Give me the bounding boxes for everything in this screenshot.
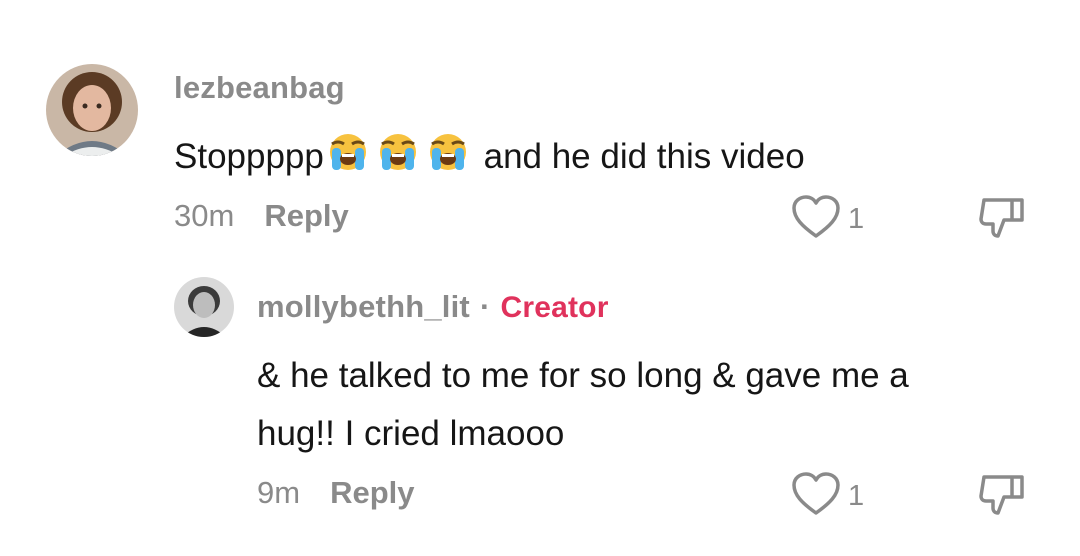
avatar[interactable] xyxy=(174,277,234,337)
comment-text: & he talked to me for so long & gave me … xyxy=(257,356,909,453)
comment-meta: 9m Reply xyxy=(257,475,415,511)
loudly-crying-face-emoji-icon xyxy=(324,132,372,192)
comment-username[interactable]: mollybethh_lit · Creator xyxy=(257,289,609,325)
heart-icon xyxy=(790,194,842,245)
like-count: 1 xyxy=(848,480,865,512)
dislike-button[interactable] xyxy=(976,194,1028,251)
comment-username[interactable]: lezbeanbag xyxy=(174,70,345,106)
dislike-button[interactable] xyxy=(976,471,1028,528)
reply-button[interactable]: Reply xyxy=(264,198,348,234)
like-button[interactable]: 1 xyxy=(790,471,864,522)
separator-dot: · xyxy=(479,289,491,324)
reply-button[interactable]: Reply xyxy=(330,475,414,511)
comment-time: 30m xyxy=(174,198,235,233)
comment-item: lezbeanbag Stoppppp and he did this vide… xyxy=(0,64,1080,264)
comment-text-start: Stoppppp xyxy=(174,137,324,176)
loudly-crying-face-emoji-icon xyxy=(374,132,422,192)
comment-meta: 30m Reply xyxy=(174,198,349,234)
like-button[interactable]: 1 xyxy=(790,194,864,245)
thumbs-down-icon xyxy=(976,198,1028,250)
comment-time: 9m xyxy=(257,475,301,510)
reply-username[interactable]: mollybethh_lit xyxy=(257,289,470,324)
creator-badge: Creator xyxy=(500,291,609,324)
thumbs-down-icon xyxy=(976,475,1028,527)
loudly-crying-face-emoji-icon xyxy=(424,132,472,192)
comment-text: Stoppppp and he did this video xyxy=(174,128,805,192)
heart-icon xyxy=(790,471,842,522)
avatar[interactable] xyxy=(46,64,138,156)
comment-text-end: and he did this video xyxy=(473,137,805,176)
like-count: 1 xyxy=(848,203,865,235)
reply-comment-item: mollybethh_lit · Creator & he talked to me… xyxy=(0,275,1080,535)
